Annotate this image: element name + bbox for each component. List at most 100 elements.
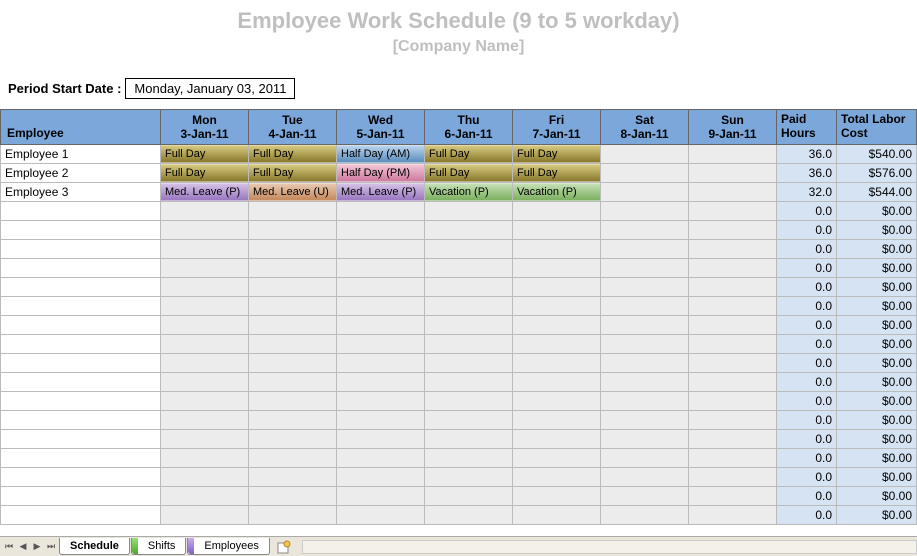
employee-cell[interactable] — [1, 468, 161, 487]
shift-cell[interactable] — [689, 449, 777, 468]
shift-cell[interactable] — [161, 202, 249, 221]
shift-cell[interactable]: Med. Leave (P) — [337, 183, 425, 202]
shift-cell[interactable] — [425, 202, 513, 221]
shift-cell[interactable] — [337, 449, 425, 468]
shift-cell[interactable]: Full Day — [249, 145, 337, 164]
labor-cost-cell[interactable]: $0.00 — [837, 354, 917, 373]
shift-cell[interactable] — [337, 259, 425, 278]
shift-cell[interactable] — [249, 297, 337, 316]
shift-cell[interactable] — [601, 221, 689, 240]
col-thu[interactable]: Thu6-Jan-11 — [425, 110, 513, 145]
col-sun[interactable]: Sun9-Jan-11 — [689, 110, 777, 145]
shift-cell[interactable] — [689, 487, 777, 506]
shift-cell[interactable] — [513, 373, 601, 392]
shift-cell[interactable] — [425, 316, 513, 335]
shift-cell[interactable] — [601, 373, 689, 392]
labor-cost-cell[interactable]: $0.00 — [837, 202, 917, 221]
shift-cell[interactable] — [601, 316, 689, 335]
shift-cell[interactable] — [337, 297, 425, 316]
shift-cell[interactable] — [249, 487, 337, 506]
shift-cell[interactable] — [425, 411, 513, 430]
shift-cell[interactable] — [337, 487, 425, 506]
employee-cell[interactable] — [1, 202, 161, 221]
shift-cell[interactable] — [161, 335, 249, 354]
paid-hours-cell[interactable]: 32.0 — [777, 183, 837, 202]
shift-cell[interactable] — [513, 335, 601, 354]
shift-cell[interactable] — [601, 449, 689, 468]
shift-cell[interactable]: Full Day — [513, 164, 601, 183]
col-sat[interactable]: Sat8-Jan-11 — [601, 110, 689, 145]
shift-cell[interactable] — [601, 183, 689, 202]
shift-cell[interactable] — [249, 430, 337, 449]
shift-cell[interactable] — [425, 373, 513, 392]
shift-cell[interactable] — [249, 278, 337, 297]
labor-cost-cell[interactable]: $0.00 — [837, 221, 917, 240]
shift-cell[interactable]: Half Day (AM) — [337, 145, 425, 164]
shift-cell[interactable]: Full Day — [513, 145, 601, 164]
shift-cell[interactable] — [513, 392, 601, 411]
labor-cost-cell[interactable]: $0.00 — [837, 468, 917, 487]
paid-hours-cell[interactable]: 0.0 — [777, 335, 837, 354]
shift-cell[interactable] — [689, 297, 777, 316]
shift-cell[interactable] — [513, 278, 601, 297]
employee-cell[interactable] — [1, 335, 161, 354]
shift-cell[interactable]: Full Day — [249, 164, 337, 183]
paid-hours-cell[interactable]: 0.0 — [777, 354, 837, 373]
shift-cell[interactable] — [425, 278, 513, 297]
shift-cell[interactable] — [161, 373, 249, 392]
col-total-cost[interactable]: Total Labor Cost — [837, 110, 917, 145]
shift-cell[interactable] — [425, 430, 513, 449]
employee-cell[interactable] — [1, 259, 161, 278]
shift-cell[interactable] — [425, 259, 513, 278]
shift-cell[interactable] — [337, 373, 425, 392]
paid-hours-cell[interactable]: 0.0 — [777, 373, 837, 392]
employee-cell[interactable]: Employee 1 — [1, 145, 161, 164]
shift-cell[interactable] — [689, 316, 777, 335]
tab-employees[interactable]: Employees — [187, 538, 269, 555]
col-paid-hours[interactable]: Paid Hours — [777, 110, 837, 145]
shift-cell[interactable] — [425, 297, 513, 316]
paid-hours-cell[interactable]: 0.0 — [777, 487, 837, 506]
shift-cell[interactable] — [161, 430, 249, 449]
shift-cell[interactable] — [513, 487, 601, 506]
shift-cell[interactable] — [513, 259, 601, 278]
shift-cell[interactable] — [601, 487, 689, 506]
shift-cell[interactable] — [337, 506, 425, 525]
shift-cell[interactable] — [689, 183, 777, 202]
shift-cell[interactable] — [161, 240, 249, 259]
shift-cell[interactable] — [601, 259, 689, 278]
paid-hours-cell[interactable]: 0.0 — [777, 449, 837, 468]
shift-cell[interactable]: Full Day — [425, 164, 513, 183]
tab-shifts[interactable]: Shifts — [131, 538, 187, 555]
shift-cell[interactable] — [601, 392, 689, 411]
paid-hours-cell[interactable]: 0.0 — [777, 221, 837, 240]
shift-cell[interactable] — [513, 240, 601, 259]
shift-cell[interactable] — [513, 221, 601, 240]
shift-cell[interactable]: Med. Leave (U) — [249, 183, 337, 202]
paid-hours-cell[interactable]: 0.0 — [777, 506, 837, 525]
employee-cell[interactable] — [1, 411, 161, 430]
shift-cell[interactable] — [689, 145, 777, 164]
paid-hours-cell[interactable]: 0.0 — [777, 240, 837, 259]
employee-cell[interactable] — [1, 392, 161, 411]
shift-cell[interactable] — [689, 468, 777, 487]
employee-cell[interactable] — [1, 506, 161, 525]
labor-cost-cell[interactable]: $0.00 — [837, 335, 917, 354]
shift-cell[interactable] — [601, 278, 689, 297]
employee-cell[interactable] — [1, 240, 161, 259]
shift-cell[interactable] — [249, 449, 337, 468]
shift-cell[interactable] — [601, 506, 689, 525]
shift-cell[interactable] — [249, 316, 337, 335]
employee-cell[interactable]: Employee 3 — [1, 183, 161, 202]
shift-cell[interactable] — [601, 145, 689, 164]
shift-cell[interactable] — [161, 487, 249, 506]
tab-schedule[interactable]: Schedule — [59, 538, 130, 555]
shift-cell[interactable] — [425, 354, 513, 373]
shift-cell[interactable] — [689, 373, 777, 392]
shift-cell[interactable] — [337, 240, 425, 259]
employee-cell[interactable] — [1, 221, 161, 240]
employee-cell[interactable] — [1, 354, 161, 373]
shift-cell[interactable] — [337, 468, 425, 487]
employee-cell[interactable]: Employee 2 — [1, 164, 161, 183]
employee-cell[interactable] — [1, 373, 161, 392]
